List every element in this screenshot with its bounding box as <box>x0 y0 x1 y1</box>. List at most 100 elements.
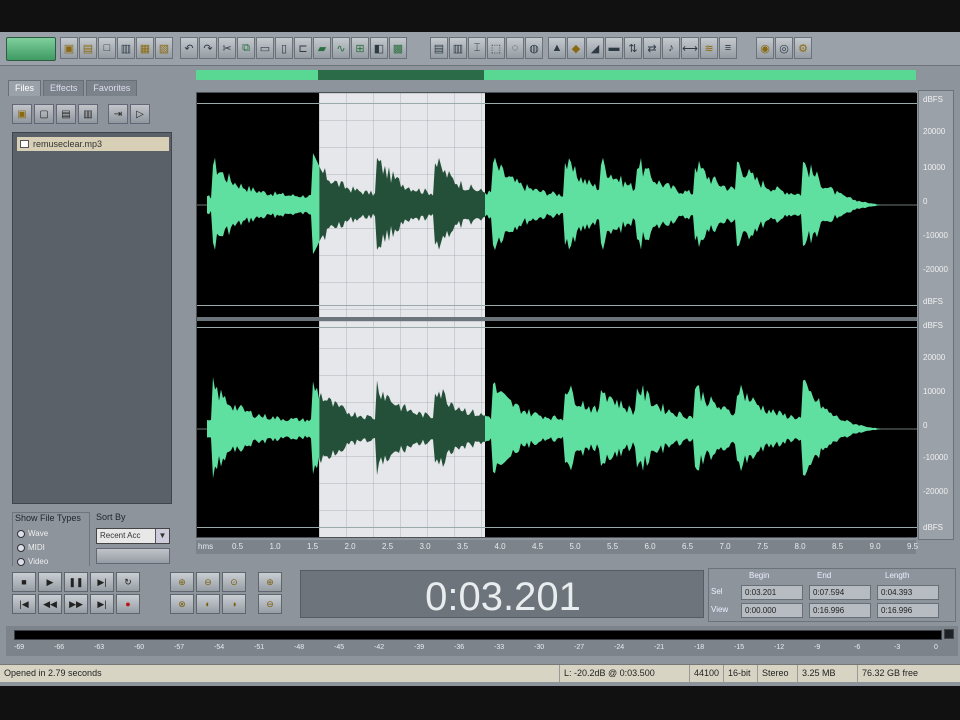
scrub-icon[interactable]: ◍ <box>525 37 543 59</box>
left-channel[interactable] <box>197 93 917 317</box>
settings-icon[interactable]: ⚙ <box>794 37 812 59</box>
record-button[interactable]: ● <box>116 594 140 614</box>
marker-icon[interactable]: ◧ <box>370 37 388 59</box>
zoom-out-vertical-button[interactable]: ⊖ <box>258 594 282 614</box>
level-meter-bar <box>14 630 942 640</box>
zoom-selection-button[interactable]: ⊗ <box>170 594 194 614</box>
tab-effects[interactable]: Effects <box>43 80 85 96</box>
sel-length-field[interactable]: 0:04.393 <box>877 585 939 600</box>
edit-file-icon[interactable]: ▥ <box>78 104 98 124</box>
time-display: 0:03.201 <box>300 570 704 619</box>
file-name: remuseclear.mp3 <box>33 139 103 149</box>
time-select-icon[interactable]: ⌶ <box>468 37 486 59</box>
view-end-field[interactable]: 0:16.996 <box>809 603 871 618</box>
eq-icon[interactable]: ≡ <box>719 37 737 59</box>
go-to-start-button[interactable]: |◀ <box>12 594 36 614</box>
view-length-field[interactable]: 0:16.996 <box>877 603 939 618</box>
amplify-icon[interactable]: ▲ <box>548 37 566 59</box>
rewind-button[interactable]: ◀◀ <box>38 594 62 614</box>
filter-wave[interactable]: Wave <box>17 529 48 538</box>
go-to-end-button[interactable]: ▶| <box>90 594 114 614</box>
loop-button[interactable]: ↻ <box>116 572 140 592</box>
stretch-icon[interactable]: ⟷ <box>681 37 699 59</box>
cd-icon[interactable]: ◉ <box>756 37 774 59</box>
amplitude-ruler[interactable]: dBFS 20000 10000 0 -10000 -20000 dBFS dB… <box>918 90 954 540</box>
sel-begin-field[interactable]: 0:03.201 <box>741 585 803 600</box>
mix-paste-icon[interactable]: ▯ <box>275 37 293 59</box>
clip-indicator[interactable] <box>944 629 954 639</box>
db-label: 0 <box>923 421 928 430</box>
redo-icon[interactable]: ↷ <box>199 37 217 59</box>
overview-view-range[interactable] <box>318 70 484 80</box>
file-tools: ▣ ▤ □ ▥ ▦ ▧ <box>60 37 173 61</box>
new-icon[interactable]: □ <box>98 37 116 59</box>
zero-cross-icon[interactable]: ∿ <box>332 37 350 59</box>
tab-files[interactable]: Files <box>8 80 42 96</box>
tab-favorites[interactable]: Favorites <box>86 80 138 96</box>
marquee-icon[interactable]: ⬚ <box>487 37 505 59</box>
spectral-view-icon[interactable]: ▥ <box>449 37 467 59</box>
insert-icon[interactable]: ⇥ <box>108 104 128 124</box>
sort-option-button[interactable] <box>96 548 170 564</box>
list-item[interactable]: remuseclear.mp3 <box>17 137 169 151</box>
close-file-icon[interactable]: ▧ <box>155 37 173 59</box>
play-to-end-button[interactable]: ▶| <box>90 572 114 592</box>
open-file-icon[interactable]: ▣ <box>12 104 32 124</box>
import-icon[interactable]: ▤ <box>56 104 76 124</box>
close-file-icon[interactable]: ▢ <box>34 104 54 124</box>
right-channel[interactable] <box>197 321 917 537</box>
radio-icon[interactable] <box>17 543 25 552</box>
zoom-in-vertical-button[interactable]: ⊕ <box>258 572 282 592</box>
paste-icon[interactable]: ▭ <box>256 37 274 59</box>
file-list[interactable]: remuseclear.mp3 <box>12 132 172 504</box>
fade-icon[interactable]: ◢ <box>586 37 604 59</box>
save-as-icon[interactable]: ▦ <box>136 37 154 59</box>
stop-button[interactable]: ■ <box>12 572 36 592</box>
undo-icon[interactable]: ↶ <box>180 37 198 59</box>
sel-end-field[interactable]: 0:07.594 <box>809 585 871 600</box>
save-icon[interactable]: ▥ <box>117 37 135 59</box>
silence-icon[interactable]: ▬ <box>605 37 623 59</box>
meter-tick: -42 <box>374 644 385 651</box>
radio-icon[interactable] <box>17 557 25 566</box>
meter-tick: -48 <box>294 644 305 651</box>
spectral-icon[interactable]: ▩ <box>389 37 407 59</box>
cut-icon[interactable]: ✂ <box>218 37 236 59</box>
timeline-tick: 1.5 <box>307 542 319 551</box>
select-all-icon[interactable]: ▰ <box>313 37 331 59</box>
radio-icon[interactable] <box>17 529 25 538</box>
trim-icon[interactable]: ⊏ <box>294 37 312 59</box>
noise-reduction-icon[interactable]: ≋ <box>700 37 718 59</box>
zoom-left-button[interactable]: ◐ <box>196 594 220 614</box>
lasso-icon[interactable]: ◌ <box>506 37 524 59</box>
open-icon[interactable]: ▣ <box>60 37 78 59</box>
fast-forward-button[interactable]: ▶▶ <box>64 594 88 614</box>
zoom-in-horizontal-button[interactable]: ⊕ <box>170 572 194 592</box>
waveform-editor[interactable] <box>196 92 917 538</box>
chevron-down-icon[interactable]: ▼ <box>155 529 169 543</box>
autoplay-icon[interactable]: ▷ <box>130 104 150 124</box>
filter-midi[interactable]: MIDI <box>17 543 45 552</box>
zoom-full-button[interactable]: ⊙ <box>222 572 246 592</box>
copy-icon[interactable]: ⧉ <box>237 37 255 59</box>
burn-icon[interactable]: ◎ <box>775 37 793 59</box>
reverse-icon[interactable]: ⇄ <box>643 37 661 59</box>
waveform-view-icon[interactable]: ▤ <box>430 37 448 59</box>
snap-icon[interactable]: ⊞ <box>351 37 369 59</box>
play-button[interactable]: ▶ <box>38 572 62 592</box>
status-bar: Opened in 2.79 seconds L: -20.2dB @ 0:03… <box>0 664 960 683</box>
open-folder-icon[interactable]: ▤ <box>79 37 97 59</box>
zoom-right-button[interactable]: ◑ <box>222 594 246 614</box>
view-begin-field[interactable]: 0:00.000 <box>741 603 803 618</box>
sort-by-select[interactable]: Recent Acc ▼ <box>96 528 170 544</box>
waveform-overview[interactable] <box>196 70 916 80</box>
invert-icon[interactable]: ⇅ <box>624 37 642 59</box>
multitrack-view-button[interactable] <box>6 37 56 61</box>
time-ruler[interactable]: hms 0.5 1.0 1.5 2.0 2.5 3.0 3.5 4.0 4.5 5.0 5.5 6.0… <box>196 540 918 554</box>
zoom-out-horizontal-button[interactable]: ⊖ <box>196 572 220 592</box>
normalize-icon[interactable]: ◆ <box>567 37 585 59</box>
pitch-icon[interactable]: ♪ <box>662 37 680 59</box>
filter-video[interactable]: Video <box>17 557 48 566</box>
pause-button[interactable]: ❚❚ <box>64 572 88 592</box>
level-meter[interactable]: -69 -66 -63 -60 -57 -54 -51 -48 -45 -42 -39 -36 -33-… <box>6 626 958 656</box>
